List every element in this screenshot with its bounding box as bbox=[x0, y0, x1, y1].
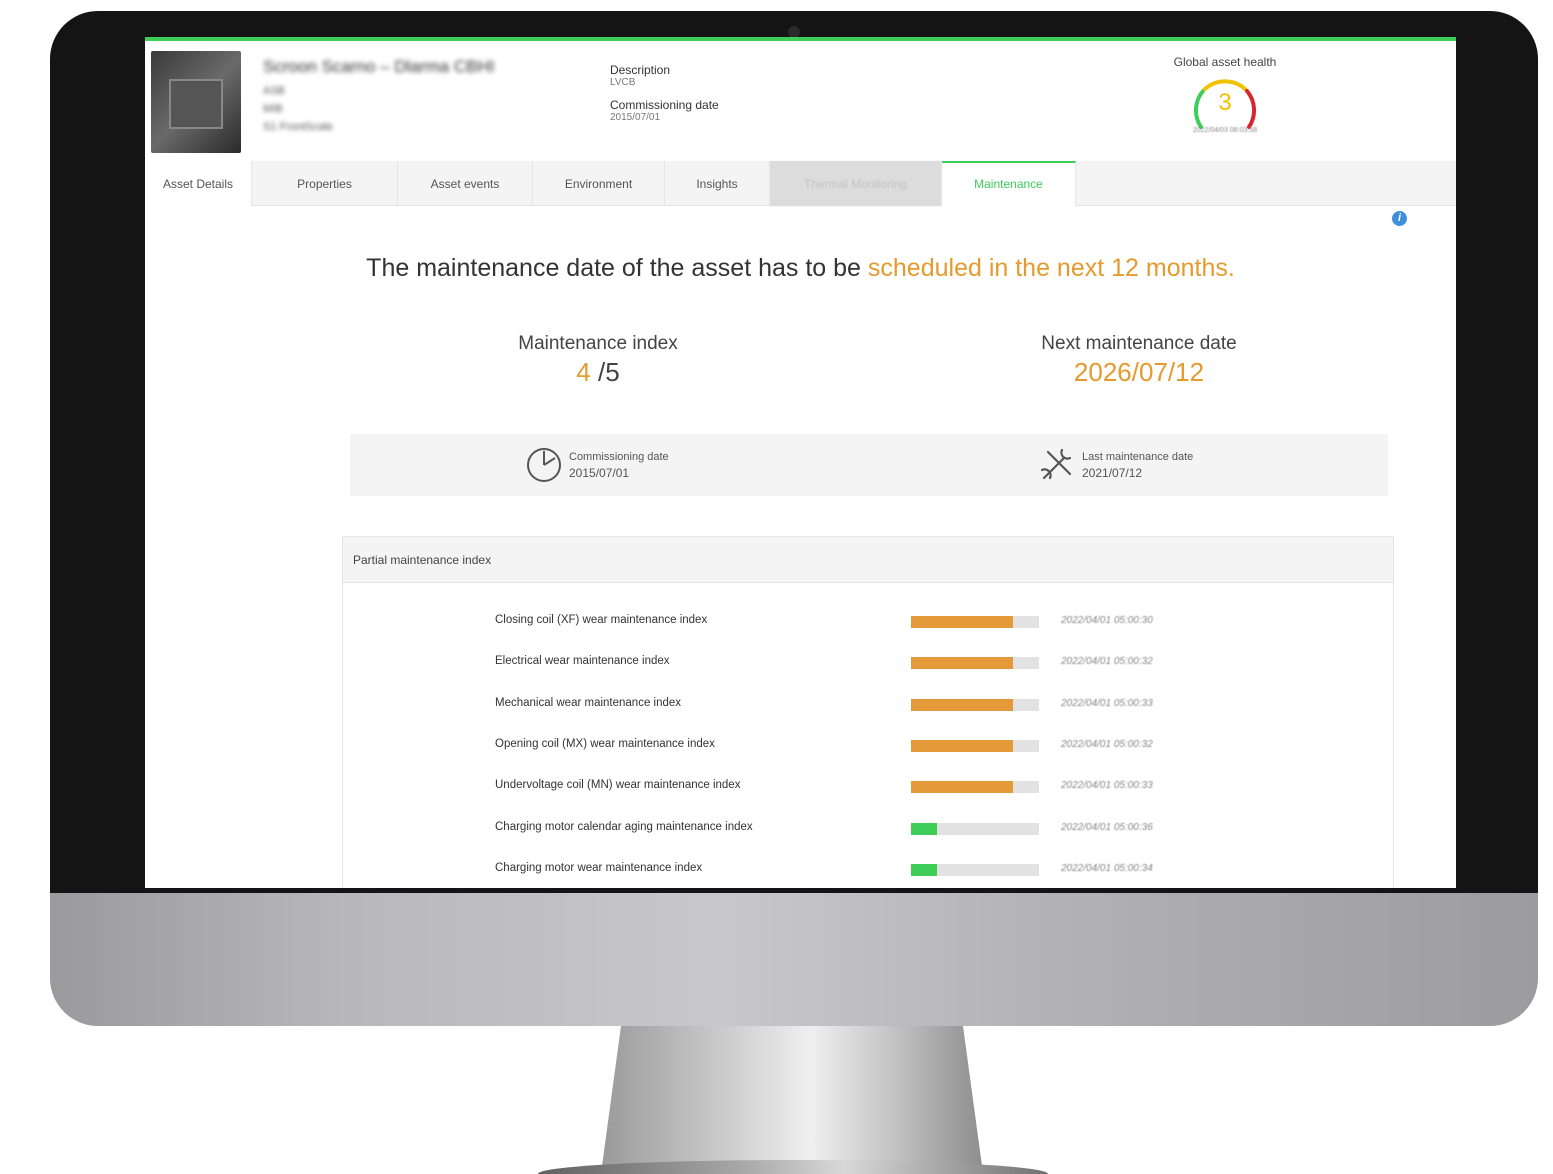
clock-icon bbox=[527, 448, 561, 482]
partial-index-label: Closing coil (XF) wear maintenance index bbox=[495, 614, 708, 626]
maintenance-index-label: Maintenance index bbox=[518, 333, 678, 354]
asset-meta-1: ASB bbox=[263, 85, 286, 97]
tab-asset-details[interactable]: Asset Details bbox=[145, 161, 252, 206]
monitor-chin bbox=[50, 893, 1538, 1026]
table-row: Opening coil (MX) wear maintenance index… bbox=[343, 736, 1395, 756]
monitor-stand bbox=[602, 1026, 982, 1166]
partial-index-bar bbox=[911, 781, 1039, 794]
asset-title: Scroon Scarno – Dlarma CBHI bbox=[263, 57, 495, 76]
asset-meta-3: S1 FrontScale bbox=[263, 121, 333, 133]
next-maintenance-kpi: Next maintenance date 2026/07/12 bbox=[989, 333, 1289, 388]
tab-asset-events[interactable]: Asset events bbox=[398, 161, 533, 206]
tab-properties[interactable]: Properties bbox=[252, 161, 398, 206]
partial-index-timestamp: 2022/04/01 05:00:33 bbox=[1061, 697, 1153, 709]
maintenance-index-kpi: Maintenance index 4 /5 bbox=[448, 333, 748, 388]
next-maintenance-value: 2026/07/12 bbox=[1073, 357, 1205, 387]
tab-insights[interactable]: Insights bbox=[665, 161, 770, 206]
maintenance-dates-bar: Commissioning date 2015/07/01 Last maint… bbox=[350, 434, 1388, 496]
monitor: Scroon Scarno – Dlarma CBHI ASB MIB S1 F… bbox=[0, 0, 1553, 1174]
partial-index-bar bbox=[911, 698, 1039, 711]
table-row: Undervoltage coil (MN) wear maintenance … bbox=[343, 777, 1395, 797]
partial-index-bar-fill bbox=[911, 739, 1014, 752]
commissioning-label: Commissioning date bbox=[610, 98, 719, 112]
table-row: Electrical wear maintenance index 2022/04… bbox=[343, 653, 1395, 673]
next-maintenance-label: Next maintenance date bbox=[1041, 333, 1237, 354]
partial-index-bar-fill bbox=[911, 698, 1014, 711]
info-icon[interactable]: i bbox=[1392, 211, 1407, 226]
partial-index-bar bbox=[911, 657, 1039, 670]
table-row: Closing coil (XF) wear maintenance index… bbox=[343, 612, 1395, 632]
headline-highlight: scheduled in the next 12 months. bbox=[867, 254, 1235, 282]
partial-index-bar-fill bbox=[911, 781, 1014, 794]
partial-maintenance-title: Partial maintenance index bbox=[343, 537, 1393, 583]
commissioning-date-item: Commissioning date 2015/07/01 bbox=[525, 446, 669, 484]
commissioning-date-value: 2015/07/01 bbox=[569, 465, 630, 480]
tools-icon bbox=[1040, 448, 1072, 480]
health-label: Global asset health bbox=[1173, 55, 1277, 69]
partial-index-bar bbox=[911, 863, 1039, 876]
partial-index-label: Charging motor wear maintenance index bbox=[495, 861, 703, 874]
maintenance-index-value: 4 /5 bbox=[448, 357, 748, 388]
partial-index-timestamp: 2022/04/01 05:00:33 bbox=[1061, 780, 1153, 792]
partial-index-label: Undervoltage coil (MN) wear maintenance … bbox=[495, 779, 741, 792]
last-maintenance-date-item: Last maintenance date 2021/07/12 bbox=[1038, 446, 1193, 484]
app-screen: Scroon Scarno – Dlarma CBHI ASB MIB S1 F… bbox=[145, 37, 1456, 888]
partial-index-label: Opening coil (MX) wear maintenance index bbox=[495, 737, 715, 750]
partial-index-bar bbox=[911, 739, 1039, 752]
description-label: Description bbox=[610, 63, 671, 77]
table-row: Charging motor calendar aging maintenanc… bbox=[343, 819, 1395, 839]
partial-index-label: Mechanical wear maintenance index bbox=[495, 696, 682, 709]
partial-index-timestamp: 2022/04/01 05:00:30 bbox=[1061, 615, 1153, 626]
table-row: Mechanical wear maintenance index 2022/04… bbox=[343, 695, 1395, 715]
table-row: Charging motor wear maintenance index 202… bbox=[343, 860, 1395, 880]
asset-header: Scroon Scarno – Dlarma CBHI ASB MIB S1 F… bbox=[145, 41, 1456, 161]
commissioning-date-label: Commissioning date bbox=[569, 450, 669, 463]
description-value: LVCB bbox=[610, 77, 636, 88]
health-score: 3 bbox=[1218, 89, 1232, 116]
partial-index-bar-fill bbox=[911, 616, 1014, 628]
partial-index-timestamp: 2022/04/01 05:00:32 bbox=[1061, 738, 1153, 750]
partial-index-label: Charging motor calendar aging maintenanc… bbox=[495, 820, 753, 833]
asset-meta-2: MIB bbox=[263, 103, 283, 115]
partial-index-bar bbox=[911, 616, 1039, 628]
partial-index-label: Electrical wear maintenance index bbox=[495, 655, 670, 668]
partial-index-bar bbox=[911, 822, 1039, 835]
maintenance-headline: The maintenance date of the asset has to… bbox=[145, 254, 1456, 283]
maintenance-index-score: 4 bbox=[576, 357, 591, 387]
tab-maintenance[interactable]: Maintenance bbox=[942, 161, 1076, 206]
tab-environment[interactable]: Environment bbox=[533, 161, 665, 206]
last-maintenance-label: Last maintenance date bbox=[1082, 450, 1194, 463]
commissioning-value: 2015/07/01 bbox=[610, 112, 661, 123]
partial-index-timestamp: 2022/04/01 05:00:32 bbox=[1061, 656, 1153, 668]
partial-index-timestamp: 2022/04/01 05:00:36 bbox=[1061, 821, 1153, 833]
headline-text: The maintenance date of the asset has to… bbox=[366, 254, 868, 282]
maintenance-index-denominator: /5 bbox=[590, 357, 620, 387]
partial-index-bar-fill bbox=[911, 863, 937, 876]
health-gauge: 3 bbox=[1185, 73, 1265, 135]
partial-maintenance-panel: Partial maintenance index Closing coil (… bbox=[342, 536, 1394, 888]
asset-description-block: Description LVCB Commissioning date 2015… bbox=[610, 63, 719, 133]
health-timestamp: 2022/04/03 08:03:58 bbox=[1192, 127, 1258, 134]
asset-image bbox=[151, 51, 241, 153]
tab-thermal-monitoring: Thermal Monitoring bbox=[770, 161, 942, 206]
partial-index-bar-fill bbox=[911, 657, 1014, 670]
tab-bar: Asset Details Properties Asset events En… bbox=[145, 161, 1456, 206]
partial-index-bar-fill bbox=[911, 822, 937, 835]
global-asset-health: Global asset health 3 2022/04/03 08:03:5… bbox=[1155, 55, 1295, 134]
last-maintenance-value: 2021/07/12 bbox=[1082, 465, 1143, 480]
partial-index-timestamp: 2022/04/01 05:00:34 bbox=[1061, 862, 1153, 874]
